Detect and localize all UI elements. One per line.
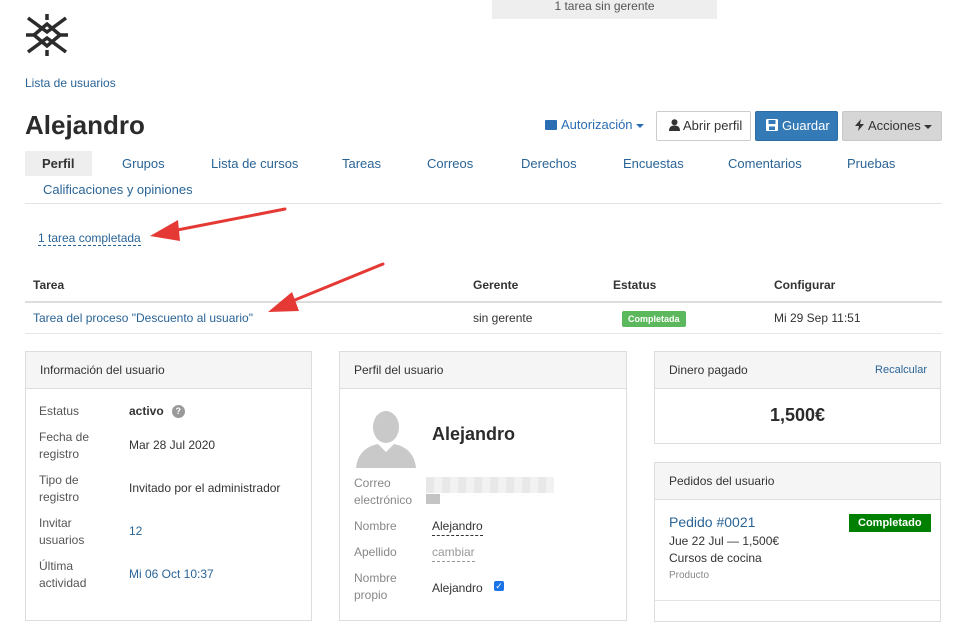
bolt-icon [855,119,864,131]
first-name-value[interactable]: Alejandro [432,518,483,536]
floppy-disk-icon [766,119,778,131]
last-name-label: Apellido [354,545,397,559]
task-status: Completada [622,311,686,327]
task-manager: sin gerente [473,311,533,325]
user-info-panel-title: Información del usuario [26,352,311,389]
completed-tasks-link[interactable]: 1 tarea completada [38,231,141,246]
order-link[interactable]: Pedido #0021 [669,514,755,530]
profile-name-heading: Alejandro [432,424,516,444]
table-row-divider [25,333,942,334]
status-value-text: activo [129,404,164,418]
order-date-total: Jue 22 Jul — 1,500€ [669,534,780,548]
column-header-task: Tarea [33,278,65,292]
first-name-label: Nombre [354,519,397,533]
annotation-arrow [268,262,385,312]
page-title: Alejandro [25,110,145,140]
registration-date-label: Fecha de registro [39,430,90,461]
column-header-configure: Configurar [774,278,836,292]
profile-tabs: Perfil Grupos Lista de cursos Tareas Cor… [25,151,942,204]
order-divider [655,600,940,601]
open-profile-button[interactable]: Abrir perfil [656,111,751,141]
task-configured-date: Mi 29 Sep 11:51 [774,311,861,325]
registration-type-value: Invitado por el administrador [129,481,281,495]
tab-surveys[interactable]: Encuestas [623,151,684,176]
chevron-down-icon [923,124,932,129]
open-profile-label: Abrir perfil [683,118,743,133]
user-info-panel: Información del usuario Estatus activo? … [25,351,312,621]
own-name-value: Alejandro [432,581,483,595]
user-orders-panel-title: Pedidos del usuario [655,463,940,500]
tab-tasks[interactable]: Tareas [342,151,381,176]
last-name-edit-link[interactable]: cambiar [432,544,475,562]
tab-tests[interactable]: Pruebas [847,151,895,176]
save-label: Guardar [782,118,830,133]
user-profile-panel-title: Perfil del usuario [340,352,626,389]
tab-rights[interactable]: Derechos [521,151,577,176]
briefcase-icon [545,120,557,130]
unassigned-task-notice: 1 tarea sin gerente [492,0,717,19]
column-header-manager: Gerente [473,278,519,292]
user-orders-panel: Pedidos del usuario Pedido #0021 Complet… [654,462,941,622]
annotation-arrow [150,207,287,241]
authorization-button[interactable]: Autorización [545,111,644,141]
tab-comments[interactable]: Comentarios [728,151,802,176]
money-paid-title: Dinero pagado [669,363,748,377]
last-activity-label: Última actividad [39,559,87,590]
recalculate-link[interactable]: Recalcular [875,352,927,388]
status-value: activo? [129,403,185,420]
email-value-redacted [426,494,440,504]
order-product-name: Cursos de cocina [669,551,762,565]
money-paid-panel: Dinero pagado Recalcular 1,500€ [654,351,941,444]
email-label: Correo electrónico [354,476,413,507]
registration-type-label: Tipo de registro [39,473,80,504]
actions-button[interactable]: Acciones [842,111,942,141]
tab-emails[interactable]: Correos [427,151,473,176]
company-logo[interactable] [24,12,70,58]
user-profile-panel: Perfil del usuario Alejandro Correo elec… [339,351,627,621]
help-icon[interactable]: ? [171,405,185,418]
status-label: Estatus [39,404,80,418]
tab-profile[interactable]: Perfil [25,151,92,176]
chevron-down-icon [635,123,644,128]
last-activity-value[interactable]: Mi 06 Oct 10:37 [129,566,214,583]
tab-groups[interactable]: Grupos [122,151,165,176]
authorization-label: Autorización [561,117,633,132]
avatar[interactable] [354,406,418,468]
invite-users-label: Invitar usuarios [39,516,85,547]
money-paid-panel-title: Dinero pagado Recalcular [655,352,940,389]
order-status-badge: Completado [849,514,931,532]
task-link[interactable]: Tarea del proceso "Descuento al usuario" [33,311,253,325]
registration-date-value: Mar 28 Jul 2020 [129,438,216,452]
user-icon [669,119,680,131]
actions-label: Acciones [868,118,921,133]
invite-users-value[interactable]: 12 [129,523,142,540]
table-header-divider [25,301,942,303]
column-header-status: Estatus [613,278,657,292]
tab-ratings-reviews[interactable]: Calificaciones y opiniones [43,177,193,202]
save-button[interactable]: Guardar [755,111,838,141]
money-paid-amount: 1,500€ [769,405,826,425]
own-name-label: Nombre propio [354,571,397,602]
order-product-label: Producto [669,570,710,581]
breadcrumb-user-list[interactable]: Lista de usuarios [25,76,116,90]
own-name-checkbox[interactable]: ✓ [494,581,504,591]
status-badge: Completada [622,311,686,327]
tab-course-list[interactable]: Lista de cursos [211,151,298,176]
email-value-redacted [426,477,554,493]
